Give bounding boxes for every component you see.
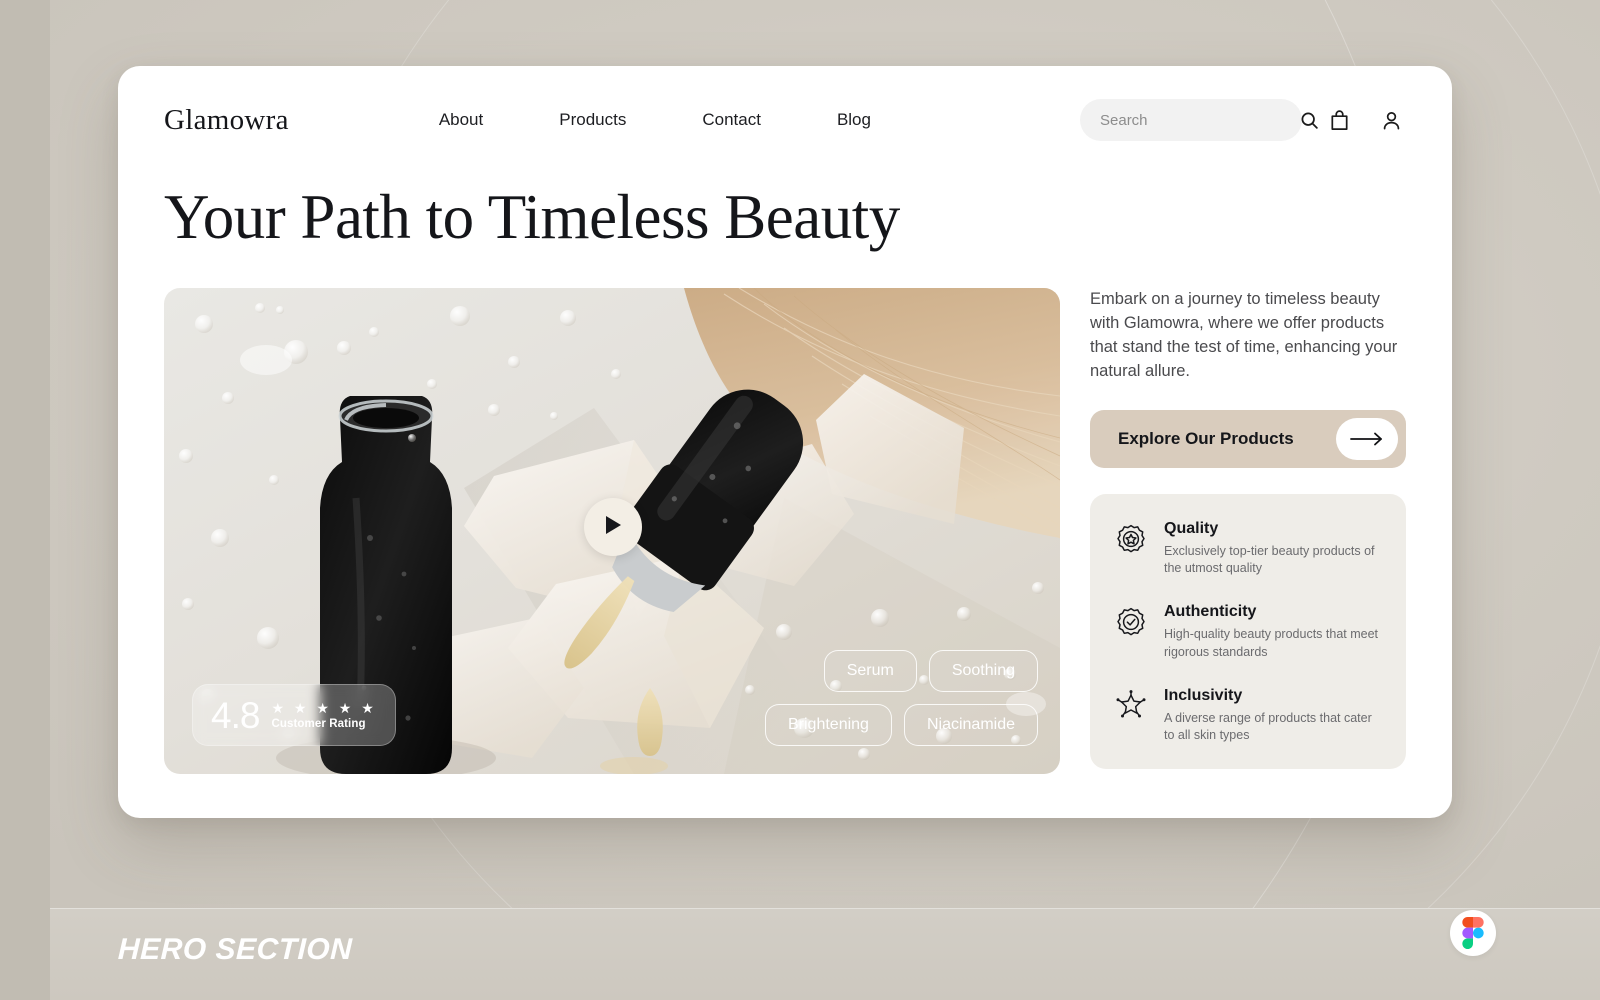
- feature-description: Exclusively top-tier beauty products of …: [1164, 543, 1375, 576]
- feature-text: Quality Exclusively top-tier beauty prod…: [1164, 520, 1382, 579]
- customer-rating-card: 4.8 ★ ★ ★ ★ ★ Customer Rating: [192, 684, 396, 746]
- tag-pill-brightening[interactable]: Brightening: [765, 704, 892, 746]
- feature-title: Inclusivity: [1164, 686, 1243, 704]
- feature-description: A diverse range of products that cater t…: [1164, 710, 1372, 743]
- slide-caption: HERO SECTION: [117, 933, 353, 966]
- site-header: Glamowra About Products Contact Blog: [118, 66, 1452, 174]
- search-box[interactable]: [1080, 99, 1318, 141]
- nav-item-about[interactable]: About: [439, 110, 483, 130]
- play-icon: [603, 514, 623, 541]
- authenticity-badge-check-icon: [1114, 605, 1148, 639]
- website-mockup-card: Glamowra About Products Contact Blog Sea…: [118, 66, 1452, 818]
- rating-stars-icon: ★ ★ ★ ★ ★: [271, 699, 377, 716]
- hero-media: 4.8 ★ ★ ★ ★ ★ Customer Rating Serum Soot…: [164, 288, 1060, 774]
- search-icon[interactable]: [1299, 105, 1320, 135]
- rating-label: Customer Rating: [271, 717, 366, 730]
- figma-logo-icon[interactable]: [1450, 910, 1496, 956]
- slide-caption-band: HERO SECTION: [50, 908, 1600, 1000]
- nav-item-products[interactable]: Products: [559, 110, 626, 130]
- backdrop-left-strip: [0, 0, 50, 1000]
- arrow-right-icon: [1336, 417, 1398, 460]
- play-video-button[interactable]: [584, 498, 642, 556]
- tag-pill-serum[interactable]: Serum: [823, 650, 917, 692]
- rating-value: 4.8: [211, 694, 260, 736]
- hero-description: Embark on a journey to timeless beauty w…: [1090, 290, 1398, 380]
- brand-logo[interactable]: Glamowra: [164, 104, 289, 137]
- nav-item-blog[interactable]: Blog: [837, 110, 871, 130]
- inclusivity-starburst-icon: [1114, 689, 1148, 723]
- feature-title: Quality: [1164, 519, 1219, 537]
- feature-title: Authenticity: [1164, 603, 1257, 621]
- feature-description: High-quality beauty products that meet r…: [1164, 627, 1379, 659]
- user-account-icon[interactable]: [1376, 105, 1406, 135]
- presentation-canvas: Glamowra About Products Contact Blog Sea…: [0, 0, 1600, 1000]
- nav-item-contact[interactable]: Contact: [702, 110, 761, 130]
- feature-item-inclusivity: Inclusivity A diverse range of products …: [1114, 687, 1382, 746]
- hero-side-column: Embark on a journey to timeless beauty w…: [1090, 288, 1406, 770]
- feature-item-authenticity: Authenticity High-quality beauty product…: [1114, 603, 1382, 662]
- tag-pill-soothing[interactable]: Soothing: [928, 650, 1038, 692]
- main-navigation: About Products Contact Blog: [439, 110, 871, 130]
- explore-products-button[interactable]: Explore Our Products: [1090, 409, 1406, 468]
- shopping-bag-icon[interactable]: [1324, 105, 1354, 135]
- search-input[interactable]: [1100, 111, 1299, 129]
- features-panel: Quality Exclusively top-tier beauty prod…: [1090, 493, 1406, 770]
- tag-pill-niacinamide[interactable]: Niacinamide: [903, 704, 1038, 746]
- header-actions: [1080, 99, 1406, 141]
- feature-text: Inclusivity A diverse range of products …: [1164, 687, 1382, 746]
- feature-text: Authenticity High-quality beauty product…: [1164, 603, 1382, 662]
- page-title: Your Path to Timeless Beauty: [164, 182, 900, 252]
- quality-badge-star-icon: [1114, 522, 1148, 556]
- product-tag-list: Serum Soothing Brightening Niacinamide: [738, 650, 1038, 746]
- rating-details: ★ ★ ★ ★ ★ Customer Rating: [271, 701, 376, 730]
- cta-label: Explore Our Products: [1118, 428, 1294, 448]
- feature-item-quality: Quality Exclusively top-tier beauty prod…: [1114, 520, 1382, 579]
